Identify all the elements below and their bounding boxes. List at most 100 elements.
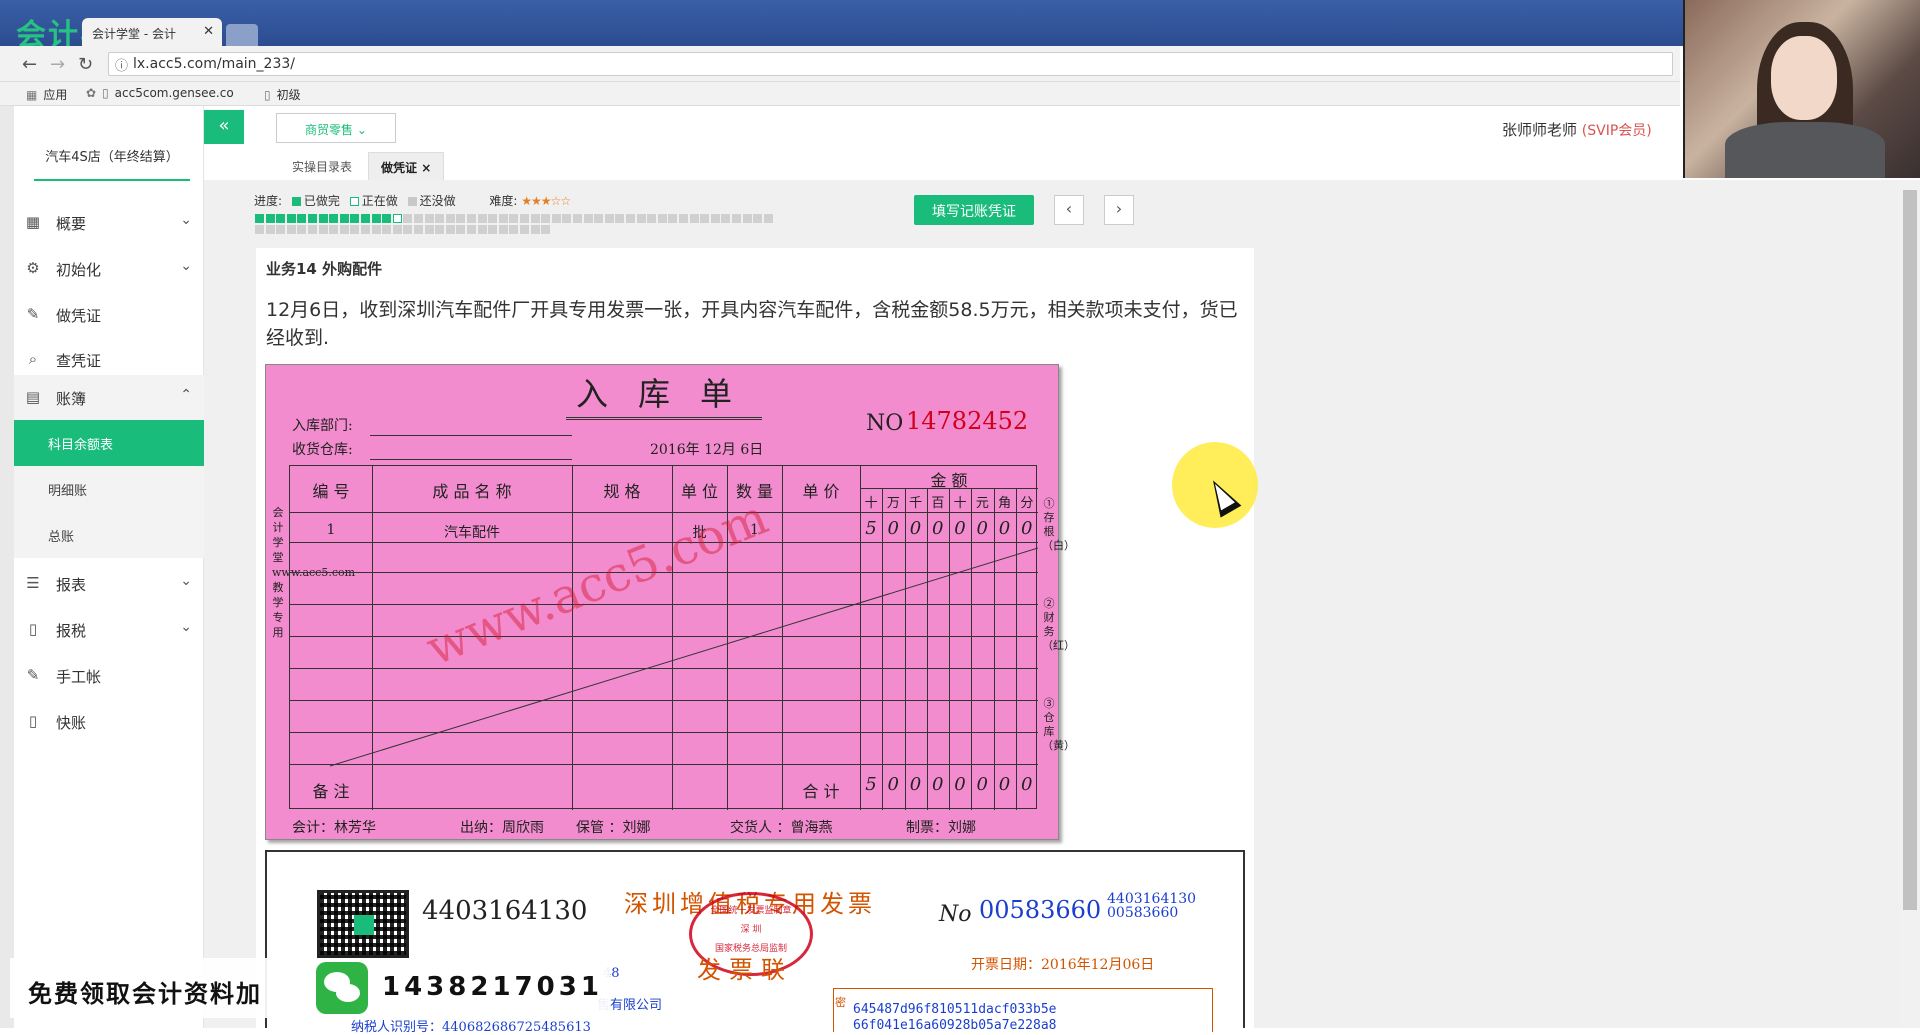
progress-cell[interactable] [350, 225, 360, 234]
progress-cell[interactable] [615, 214, 625, 223]
progress-cell[interactable] [308, 225, 317, 234]
progress-cell[interactable] [604, 214, 614, 223]
bookmark-gensee[interactable]: ✿ ▯ acc5com.gensee.co [86, 86, 234, 100]
next-button[interactable]: › [1104, 195, 1134, 225]
sidebar-item-reports[interactable]: ☰ 报表 ⌄ [14, 561, 204, 607]
submenu-item-balance[interactable]: 科目余额表 [14, 420, 204, 466]
progress-cell[interactable] [329, 225, 339, 234]
close-icon[interactable]: × [421, 161, 431, 175]
progress-cell[interactable] [456, 225, 466, 234]
fill-voucher-button[interactable]: 填写记账凭证 [914, 195, 1034, 225]
scrollbar[interactable] [1900, 180, 1920, 1028]
progress-cell[interactable] [308, 214, 317, 223]
progress-cell[interactable] [700, 214, 710, 223]
progress-cell[interactable] [573, 214, 582, 223]
progress-cell[interactable] [467, 214, 476, 223]
sidebar-item-make-voucher[interactable]: ✎ 做凭证 [14, 292, 204, 338]
progress-cell[interactable] [361, 225, 370, 234]
progress-cell[interactable] [636, 214, 646, 223]
progress-cell[interactable] [382, 214, 392, 223]
progress-cell[interactable] [318, 214, 328, 223]
progress-cell[interactable] [657, 214, 667, 223]
progress-cell[interactable] [286, 225, 296, 234]
progress-cell[interactable] [721, 214, 731, 223]
tab-make-voucher[interactable]: 做凭证 × [368, 152, 445, 180]
url-input[interactable]: ⓘ lx.acc5.com/main_233/ [108, 52, 1673, 76]
progress-cell[interactable] [445, 225, 455, 234]
progress-cell[interactable] [286, 214, 296, 223]
progress-cell[interactable] [424, 214, 434, 223]
progress-cell[interactable] [509, 225, 519, 234]
submenu-item-detail[interactable]: 明细账 [14, 466, 204, 512]
progress-cell[interactable] [509, 214, 519, 223]
progress-cell[interactable] [414, 225, 423, 234]
progress-cell[interactable] [679, 214, 688, 223]
progress-cell[interactable] [763, 214, 773, 223]
progress-cell[interactable] [424, 225, 434, 234]
sidebar-item-ledger[interactable]: ▤ 账簿 ⌃ [14, 375, 204, 421]
sidebar-item-tax[interactable]: ▯ 报税 ⌄ [14, 607, 204, 653]
progress-cell[interactable] [265, 225, 275, 234]
progress-cell[interactable] [520, 225, 529, 234]
progress-cell[interactable] [435, 214, 445, 223]
progress-cell[interactable] [562, 214, 572, 223]
progress-cell[interactable] [445, 214, 455, 223]
sidebar-item-init[interactable]: ⚙ 初始化 ⌄ [14, 246, 204, 292]
collapse-sidebar-button[interactable]: « [204, 110, 244, 144]
forward-icon[interactable]: → [50, 54, 65, 75]
progress-cell[interactable] [541, 225, 551, 234]
progress-cell[interactable] [710, 214, 720, 223]
progress-cell[interactable] [583, 214, 593, 223]
sidebar-item-quick[interactable]: ▯ 快账 [14, 699, 204, 745]
progress-cell[interactable] [350, 214, 360, 223]
progress-cell[interactable] [371, 225, 381, 234]
progress-cell[interactable] [339, 214, 349, 223]
progress-cell[interactable] [255, 214, 264, 223]
progress-cell[interactable] [456, 214, 466, 223]
progress-cell[interactable] [742, 214, 752, 223]
tab-catalog[interactable]: 实操目录表 [280, 152, 364, 180]
progress-cell[interactable] [297, 225, 307, 234]
progress-cell[interactable] [530, 225, 540, 234]
progress-cell[interactable] [392, 225, 402, 234]
progress-cell[interactable] [626, 214, 635, 223]
reload-icon[interactable]: ↻ [78, 54, 93, 75]
progress-cell[interactable] [255, 225, 264, 234]
progress-cell[interactable] [265, 214, 275, 223]
progress-cell[interactable] [668, 214, 678, 223]
progress-cell[interactable] [339, 225, 349, 234]
progress-cell[interactable] [297, 214, 307, 223]
progress-cell[interactable] [276, 214, 286, 223]
progress-cell[interactable] [647, 214, 657, 223]
progress-cell[interactable] [414, 214, 423, 223]
progress-cell[interactable] [541, 214, 551, 223]
progress-cell[interactable] [477, 214, 487, 223]
submenu-item-general[interactable]: 总账 [14, 512, 204, 558]
industry-dropdown[interactable]: 商贸零售 ⌄ [276, 113, 396, 143]
progress-cell[interactable] [276, 225, 286, 234]
progress-cell[interactable] [520, 214, 529, 223]
user-info[interactable]: 张师师老师 (SVIP会员) [1502, 119, 1652, 140]
progress-cell[interactable] [392, 214, 402, 223]
progress-cell[interactable] [488, 214, 498, 223]
sidebar-item-overview[interactable]: ▦ 概要 ⌄ [14, 200, 204, 246]
progress-cell[interactable] [551, 214, 561, 223]
progress-cell[interactable] [477, 225, 487, 234]
progress-cell[interactable] [371, 214, 381, 223]
bookmark-basic[interactable]: ▯ 初级 [264, 86, 301, 103]
progress-cell[interactable] [594, 214, 604, 223]
progress-cell[interactable] [488, 225, 498, 234]
progress-cell[interactable] [498, 214, 508, 223]
bookmark-apps[interactable]: ▦ 应用 [26, 86, 67, 103]
progress-cell[interactable] [753, 214, 763, 223]
progress-cell[interactable] [530, 214, 540, 223]
scrollbar-thumb[interactable] [1903, 190, 1917, 910]
progress-cell[interactable] [467, 225, 476, 234]
progress-cell[interactable] [435, 225, 445, 234]
close-icon[interactable]: ✕ [203, 24, 214, 39]
progress-cell[interactable] [498, 225, 508, 234]
progress-cell[interactable] [403, 214, 413, 223]
progress-cell[interactable] [732, 214, 741, 223]
progress-cell[interactable] [403, 225, 413, 234]
progress-cell[interactable] [329, 214, 339, 223]
